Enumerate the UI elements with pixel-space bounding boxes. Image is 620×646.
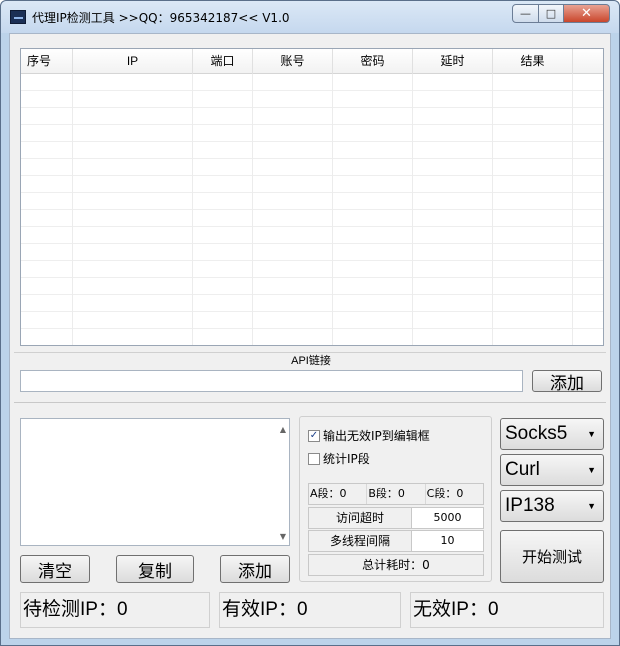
check-source-value: IP138 xyxy=(505,495,555,516)
window-controls: — □ ✕ xyxy=(512,4,610,23)
api-label: API链接 xyxy=(10,352,612,368)
proxy-type-select[interactable]: Socks5 ▼ xyxy=(500,418,604,450)
invalid-count-status: 无效IP：0 xyxy=(410,592,604,628)
segment-stats: A段：0 B段：0 C段：0 xyxy=(308,483,484,505)
column-header-ip[interactable]: IP xyxy=(73,49,193,74)
thread-interval-label: 多线程间隔 xyxy=(308,530,412,552)
app-window: 代理IP检测工具 >>QQ：965342187<< V1.0 — □ ✕ 序号 … xyxy=(0,0,620,646)
column-header-port[interactable]: 端口 xyxy=(193,49,253,74)
stat-segment-option[interactable]: 统计IP段 xyxy=(308,450,370,467)
window-title: 代理IP检测工具 >>QQ：965342187<< V1.0 xyxy=(32,11,290,25)
column-header-latency[interactable]: 延时 xyxy=(413,49,493,74)
table-body[interactable] xyxy=(21,74,603,345)
options-group: ✓ 输出无效IP到编辑框 统计IP段 A段：0 B段：0 C段：0 访问超时 5… xyxy=(299,416,492,582)
scroll-up-icon[interactable]: ▲ xyxy=(280,425,286,434)
timeout-input[interactable]: 5000 xyxy=(412,507,484,529)
timeout-label: 访问超时 xyxy=(308,507,412,529)
maximize-button[interactable]: □ xyxy=(539,4,564,23)
scroll-down-icon[interactable]: ▼ xyxy=(280,532,286,541)
check-source-select[interactable]: IP138 ▼ xyxy=(500,490,604,522)
valid-count-status: 有效IP：0 xyxy=(219,592,401,628)
add-button[interactable]: 添加 xyxy=(220,555,290,583)
api-url-input[interactable] xyxy=(20,370,523,392)
output-invalid-checkbox[interactable]: ✓ xyxy=(308,429,320,442)
start-test-button[interactable]: 开始测试 xyxy=(500,530,604,583)
copy-button[interactable]: 复制 xyxy=(116,555,194,583)
column-header-account[interactable]: 账号 xyxy=(253,49,333,74)
close-button[interactable]: ✕ xyxy=(564,4,610,23)
chevron-down-icon: ▼ xyxy=(587,465,596,475)
proxy-type-value: Socks5 xyxy=(505,423,568,444)
segment-a: A段：0 xyxy=(309,484,368,504)
timeout-row: 访问超时 5000 xyxy=(308,507,484,529)
thread-interval-row: 多线程间隔 10 xyxy=(308,530,484,552)
minimize-icon: — xyxy=(520,7,531,20)
app-icon xyxy=(10,10,26,24)
column-header-password[interactable]: 密码 xyxy=(333,49,413,74)
column-header-result[interactable]: 结果 xyxy=(493,49,573,74)
clear-button[interactable]: 清空 xyxy=(20,555,90,583)
close-icon: ✕ xyxy=(581,6,592,21)
stat-segment-label: 统计IP段 xyxy=(323,452,370,466)
output-invalid-label: 输出无效IP到编辑框 xyxy=(323,429,430,443)
results-table[interactable]: 序号 IP 端口 账号 密码 延时 结果 xyxy=(20,48,604,346)
chevron-down-icon: ▼ xyxy=(587,429,596,439)
total-time: 总计耗时：0 xyxy=(308,554,484,576)
table-header: 序号 IP 端口 账号 密码 延时 结果 xyxy=(21,49,603,74)
title-bar[interactable]: 代理IP检测工具 >>QQ：965342187<< V1.0 — □ ✕ xyxy=(1,1,619,33)
segment-c: C段：0 xyxy=(426,487,464,500)
client-area: 序号 IP 端口 账号 密码 延时 结果 API链接 添加 ▲ ▼ 清空 复制 xyxy=(9,33,611,639)
column-header-index[interactable]: 序号 xyxy=(21,49,73,74)
segment-b: B段：0 xyxy=(367,484,426,504)
pending-count-status: 待检测IP：0 xyxy=(20,592,210,628)
thread-interval-input[interactable]: 10 xyxy=(412,530,484,552)
method-select[interactable]: Curl ▼ xyxy=(500,454,604,486)
ip-list-textarea[interactable]: ▲ ▼ xyxy=(20,418,290,546)
method-value: Curl xyxy=(505,459,540,480)
column-header-filler xyxy=(573,49,603,74)
chevron-down-icon: ▼ xyxy=(587,501,596,511)
api-label-text: API链接 xyxy=(289,355,333,367)
stat-segment-checkbox[interactable] xyxy=(308,452,320,465)
output-invalid-option[interactable]: ✓ 输出无效IP到编辑框 xyxy=(308,427,430,444)
section-divider xyxy=(14,402,606,403)
minimize-button[interactable]: — xyxy=(512,4,539,23)
api-add-button[interactable]: 添加 xyxy=(532,370,602,394)
maximize-icon: □ xyxy=(545,7,557,20)
